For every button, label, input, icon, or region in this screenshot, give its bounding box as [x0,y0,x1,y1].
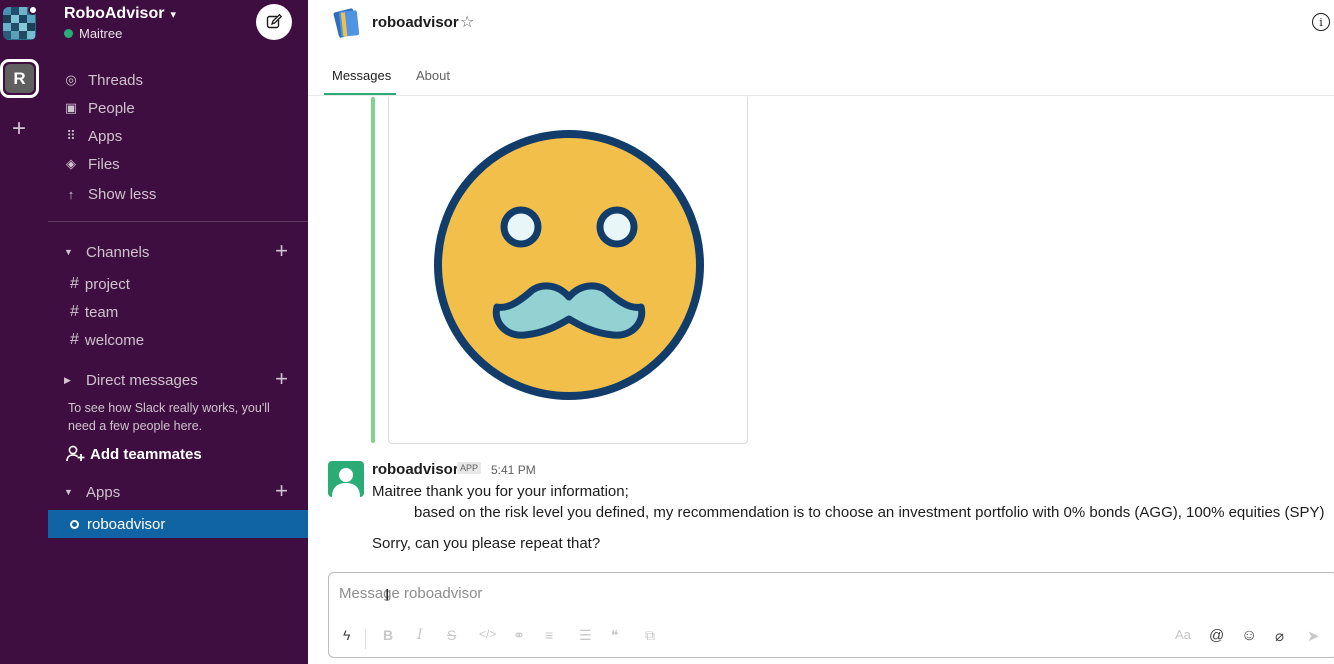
message-line: Sorry, can you please repeat that? [372,535,601,552]
presence-away-icon [70,519,79,529]
add-teammates-button[interactable]: Add teammates [66,445,202,463]
sidebar-item-label: Show less [88,185,157,203]
compose-button[interactable] [256,4,292,40]
active-tab-indicator [324,93,396,95]
app-badge: APP [457,462,482,474]
caret-right-icon: ▶ [64,374,71,385]
threads-icon: ◎ [65,72,77,87]
apps-section-toggle[interactable]: ▼ Apps [64,480,120,504]
code-block-icon[interactable]: ⧉ [645,627,655,644]
add-teammates-label: Add teammates [90,445,202,463]
hash-icon: # [70,331,79,348]
current-user-name: Maitree [79,26,123,41]
add-dm-icon[interactable]: + [275,368,288,390]
arrow-up-icon: ↑ [67,186,75,202]
image-attachment[interactable] [388,97,748,444]
italic-icon[interactable]: I [417,627,423,643]
channel-label: project [84,275,130,293]
dm-section-toggle[interactable]: ▶ Direct messages [64,368,198,392]
channel-view: roboadvisor ☆ i Messages About roboadvis… [308,0,1334,664]
caret-down-icon: ▼ [64,487,73,497]
apps-icon: ⠿ [66,128,76,143]
strikethrough-icon[interactable]: S [447,627,456,643]
channel-tabs: Messages About [308,58,1334,96]
info-icon[interactable]: i [1312,13,1330,31]
formatting-aa-icon[interactable]: Aa [1175,627,1191,642]
emoji-icon[interactable]: ☺ [1241,627,1257,645]
sidebar-item-apps[interactable]: ⠿ Apps [64,124,122,148]
mustache-emoji-image [434,130,704,400]
section-title: Apps [86,483,121,501]
sidebar-item-label: Apps [88,127,123,145]
send-icon[interactable]: ➤ [1307,627,1320,645]
ordered-list-icon[interactable]: ≡ [545,627,553,643]
message-line: Maitree thank you for your information; [372,483,629,500]
add-workspace-icon[interactable]: + [8,117,30,141]
shortcuts-lightning-icon[interactable]: ϟ [343,627,350,643]
add-person-icon [66,445,85,462]
channel-label: team [84,303,119,321]
mention-at-icon[interactable]: @ [1209,627,1224,644]
section-title: Channels [86,243,150,261]
tab-messages[interactable]: Messages [332,68,391,83]
message-input[interactable] [339,585,1039,602]
presence-active-icon [64,29,73,38]
message-line: based on the risk level you defined, my … [414,504,1325,521]
sidebar-item-label: People [88,99,135,117]
bot-avatar[interactable] [328,461,364,497]
compose-icon [266,14,282,29]
current-user[interactable]: Maitree [64,26,122,41]
code-icon[interactable]: </> [479,627,496,641]
add-app-icon[interactable]: + [275,480,288,502]
dm-hint-text: To see how Slack really works, you'll ne… [68,401,270,433]
blockquote-icon[interactable]: ❝ [611,627,619,644]
workspace-rail: R + [0,0,48,664]
tab-about[interactable]: About [416,68,450,83]
sidebar-item-label: Threads [88,71,144,89]
hash-icon: # [70,275,79,292]
star-icon[interactable]: ☆ [460,12,474,32]
hash-icon: # [70,303,79,320]
text-cursor-icon: I [385,587,390,604]
channel-item-welcome[interactable]: # welcome [70,328,144,352]
sidebar-item-label: Files [88,155,120,173]
sidebar: RoboAdvisor ▾ Maitree ◎ Threads ▣ People… [48,0,308,664]
workspace-initial: R [5,64,34,93]
sidebar-item-files[interactable]: ◈ Files [64,152,120,176]
sidebar-item-roboadvisor[interactable]: roboadvisor [48,510,308,538]
chevron-down-icon: ▾ [170,8,176,21]
workspace-switcher-current[interactable]: R [0,59,39,98]
message-timestamp[interactable]: 5:41 PM [491,463,536,477]
app-notebook-icon [333,8,360,38]
channel-header: roboadvisor ☆ i [308,0,1334,50]
bold-icon[interactable]: B [383,627,393,643]
attachment-accent-bar [371,97,375,443]
sidebar-item-people[interactable]: ▣ People [64,96,135,120]
app-label: roboadvisor [87,515,166,533]
add-channel-icon[interactable]: + [275,240,288,262]
channel-title[interactable]: roboadvisor [372,14,459,31]
toolbar-divider [365,629,366,649]
link-icon[interactable]: ⚭ [513,627,525,644]
files-icon: ◈ [66,156,76,171]
bulleted-list-icon[interactable]: ☰ [579,627,592,644]
sidebar-item-show-less[interactable]: ↑ Show less [64,182,157,206]
workspace-name: RoboAdvisor [64,5,165,22]
channel-label: welcome [84,331,145,349]
notification-dot [28,5,38,15]
channels-section-toggle[interactable]: ▼ Channels [64,240,149,264]
workspace-name-button[interactable]: RoboAdvisor ▾ [64,5,176,23]
message-sender[interactable]: roboadvisor [372,461,459,478]
channel-item-project[interactable]: # project [70,272,130,296]
attach-paperclip-icon[interactable]: ⌀ [1275,627,1284,645]
sidebar-divider [48,221,308,222]
caret-down-icon: ▼ [64,247,73,257]
message-composer: I ϟ B I S </> ⚭ ≡ ☰ ❝ ⧉ Aa @ ☺ ⌀ ➤ [328,572,1334,658]
sidebar-item-threads[interactable]: ◎ Threads [64,68,143,92]
section-title: Direct messages [86,371,198,389]
default-avatar-icon [332,468,360,497]
channel-item-team[interactable]: # team [70,300,118,324]
people-icon: ▣ [64,100,78,115]
